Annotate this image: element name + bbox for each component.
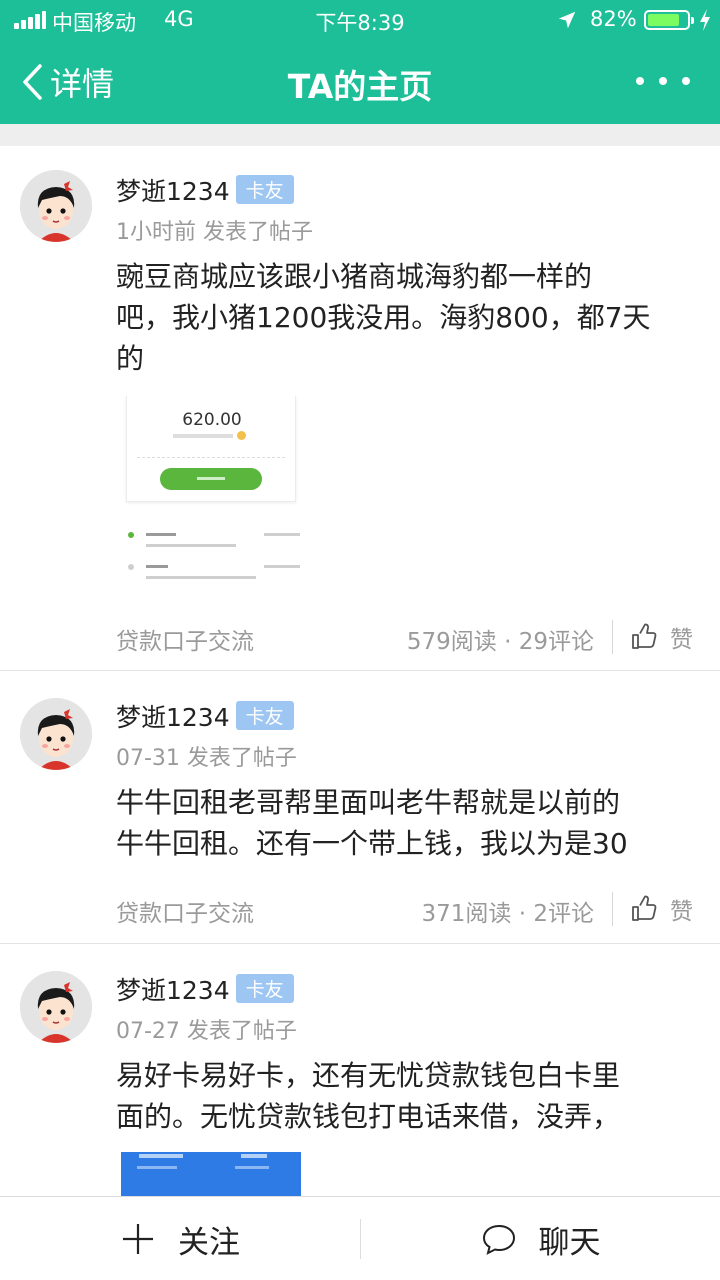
status-bar: 中国移动 4G 下午8:39 82% xyxy=(0,0,720,40)
post-username[interactable]: 梦逝1234 卡友 xyxy=(116,172,294,208)
post-card[interactable]: 梦逝1234 卡友 1小时前 发表了帖子 豌豆商城应该跟小猪商城海豹都一样的 吧，… xyxy=(0,146,720,671)
post-footer: 贷款口子交流 579阅读 · 29评论 赞 xyxy=(0,616,720,656)
follow-button[interactable]: 关注 xyxy=(0,1197,360,1280)
post-meta: 07-31 发表了帖子 xyxy=(116,746,297,771)
user-badge: 卡友 xyxy=(235,175,294,204)
user-badge: 卡友 xyxy=(235,701,294,730)
post-stats: 579阅读 · 29评论 xyxy=(406,629,594,655)
avatar-cartoon-icon xyxy=(20,698,92,770)
avatar[interactable] xyxy=(20,698,92,770)
avatar[interactable] xyxy=(20,170,92,242)
more-button[interactable] xyxy=(636,66,690,96)
bottom-action-bar: 关注 聊天 xyxy=(0,1196,720,1280)
avatar[interactable] xyxy=(20,971,92,1043)
post-image[interactable]: 620.00 xyxy=(116,396,306,586)
thumbs-up-icon xyxy=(632,623,657,649)
more-dots-icon xyxy=(636,77,644,85)
back-label: 详情 xyxy=(50,65,115,103)
post-text[interactable]: 豌豆商城应该跟小猪商城海豹都一样的 吧，我小猪1200我没用。海豹800，都7天… xyxy=(116,256,706,379)
battery-fill xyxy=(648,14,680,26)
section-divider xyxy=(0,124,720,146)
back-button[interactable]: 详情 xyxy=(20,60,114,104)
back-chevron-icon xyxy=(23,64,42,100)
post-stats: 371阅读 · 2评论 xyxy=(421,901,594,927)
thumbs-up-icon xyxy=(632,895,657,921)
post-meta: 07-27 发表了帖子 xyxy=(116,1019,297,1044)
post-image[interactable] xyxy=(121,1152,301,1196)
location-arrow-icon xyxy=(558,11,576,29)
post-text[interactable]: 易好卡易好卡，还有无忧贷款钱包白卡里 面的。无忧贷款钱包打电话来借，没弄， xyxy=(116,1055,706,1137)
post-username[interactable]: 梦逝1234 卡友 xyxy=(116,971,294,1007)
like-button[interactable]: 赞 xyxy=(630,620,693,654)
plus-icon xyxy=(123,1224,153,1254)
like-label: 赞 xyxy=(670,627,693,653)
image-amount-text: 620.00 xyxy=(182,410,242,430)
post-card[interactable]: 梦逝1234 卡友 07-31 发表了帖子 牛牛回租老哥帮里面叫老牛帮就是以前的 … xyxy=(0,672,720,944)
user-badge: 卡友 xyxy=(235,974,294,1003)
chat-bubble-icon xyxy=(482,1224,515,1255)
post-meta: 1小时前 发表了帖子 xyxy=(116,220,313,245)
board-link[interactable]: 贷款口子交流 xyxy=(116,622,254,656)
post-username[interactable]: 梦逝1234 卡友 xyxy=(116,698,294,734)
post-card[interactable]: 梦逝1234 卡友 07-27 发表了帖子 易好卡易好卡，还有无忧贷款钱包白卡里 … xyxy=(0,945,720,1196)
battery-percent: 82% xyxy=(590,7,637,31)
avatar-cartoon-icon xyxy=(20,170,92,242)
post-footer: 贷款口子交流 371阅读 · 2评论 赞 xyxy=(0,888,720,928)
post-text[interactable]: 牛牛回租老哥帮里面叫老牛帮就是以前的 牛牛回租。还有一个带上钱，我以为是30 xyxy=(116,782,706,864)
follow-label: 关注 xyxy=(178,1224,240,1261)
avatar-cartoon-icon xyxy=(20,971,92,1043)
app-header: 中国移动 4G 下午8:39 82% 详情 TA的主页 xyxy=(0,0,720,124)
divider xyxy=(612,892,613,926)
like-button[interactable]: 赞 xyxy=(630,892,693,926)
battery-icon xyxy=(644,10,694,30)
charging-bolt-icon xyxy=(700,9,710,31)
chat-button[interactable]: 聊天 xyxy=(361,1197,720,1280)
board-link[interactable]: 贷款口子交流 xyxy=(116,894,254,928)
nav-bar: 详情 TA的主页 xyxy=(0,40,720,124)
chat-label: 聊天 xyxy=(538,1224,601,1261)
divider xyxy=(612,620,613,654)
like-label: 赞 xyxy=(670,899,693,925)
